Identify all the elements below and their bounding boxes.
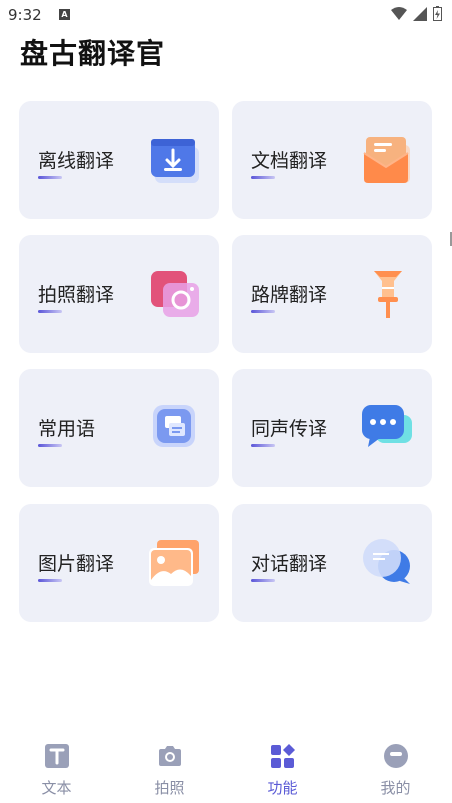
battery-icon bbox=[433, 6, 442, 21]
wifi-icon bbox=[391, 6, 407, 20]
card-label: 对话翻译 bbox=[251, 553, 328, 575]
signal-icon bbox=[413, 6, 427, 21]
card-label: 文档翻译 bbox=[251, 150, 328, 172]
image-picture-icon bbox=[149, 540, 199, 586]
card-underline bbox=[38, 579, 62, 582]
card-photo-translate[interactable]: 拍照翻译 bbox=[19, 235, 219, 353]
card-underline bbox=[251, 310, 275, 313]
grid-functions-icon bbox=[270, 744, 295, 768]
status-time: 9:32 bbox=[8, 6, 42, 24]
profile-face-icon bbox=[383, 744, 408, 768]
offline-download-icon bbox=[151, 139, 199, 183]
page-title: 盘古翻译官 bbox=[20, 37, 166, 70]
road-sign-icon bbox=[374, 271, 402, 318]
chat-bubble-icon bbox=[362, 405, 412, 447]
card-label: 常用语 bbox=[38, 418, 96, 440]
nav-functions[interactable]: 功能 bbox=[226, 735, 339, 803]
status-bar: 9:32 A bbox=[0, 0, 452, 30]
card-common-phrases[interactable]: 常用语 bbox=[19, 369, 219, 487]
card-road-sign-translate[interactable]: 路牌翻译 bbox=[232, 235, 432, 353]
nav-text[interactable]: 文本 bbox=[0, 735, 113, 803]
card-underline bbox=[38, 444, 62, 447]
system-icons bbox=[391, 6, 442, 21]
phrase-card-icon bbox=[153, 405, 195, 447]
a-badge-icon: A bbox=[59, 9, 70, 20]
card-document-translate[interactable]: 文档翻译 bbox=[232, 101, 432, 219]
card-image-translate[interactable]: 图片翻译 bbox=[19, 504, 219, 622]
camera-icon bbox=[158, 746, 181, 766]
photo-camera-icon bbox=[151, 271, 199, 317]
card-label: 同声传译 bbox=[251, 418, 328, 440]
card-label: 路牌翻译 bbox=[251, 284, 328, 306]
card-underline bbox=[38, 310, 62, 313]
nav-mine[interactable]: 我的 bbox=[339, 735, 452, 803]
nav-label: 文本 bbox=[41, 779, 72, 797]
card-label: 离线翻译 bbox=[38, 150, 115, 172]
nav-label: 拍照 bbox=[154, 779, 185, 797]
dialogue-bubbles-icon bbox=[363, 539, 410, 584]
nav-photo[interactable]: 拍照 bbox=[113, 735, 226, 803]
bottom-nav: 文本 拍照 功能 我的 bbox=[0, 735, 452, 803]
card-offline-translate[interactable]: 离线翻译 bbox=[19, 101, 219, 219]
card-underline bbox=[251, 444, 275, 447]
card-label: 拍照翻译 bbox=[38, 284, 115, 306]
card-label: 图片翻译 bbox=[38, 553, 115, 575]
nav-label: 我的 bbox=[380, 779, 411, 797]
nav-label: 功能 bbox=[267, 779, 298, 797]
text-t-icon bbox=[44, 744, 69, 768]
card-underline bbox=[38, 176, 62, 179]
document-envelope-icon bbox=[363, 137, 410, 183]
card-underline bbox=[251, 176, 275, 179]
card-dialogue-translate[interactable]: 对话翻译 bbox=[232, 504, 432, 622]
card-underline bbox=[251, 579, 275, 582]
card-simultaneous-interpretation[interactable]: 同声传译 bbox=[232, 369, 432, 487]
